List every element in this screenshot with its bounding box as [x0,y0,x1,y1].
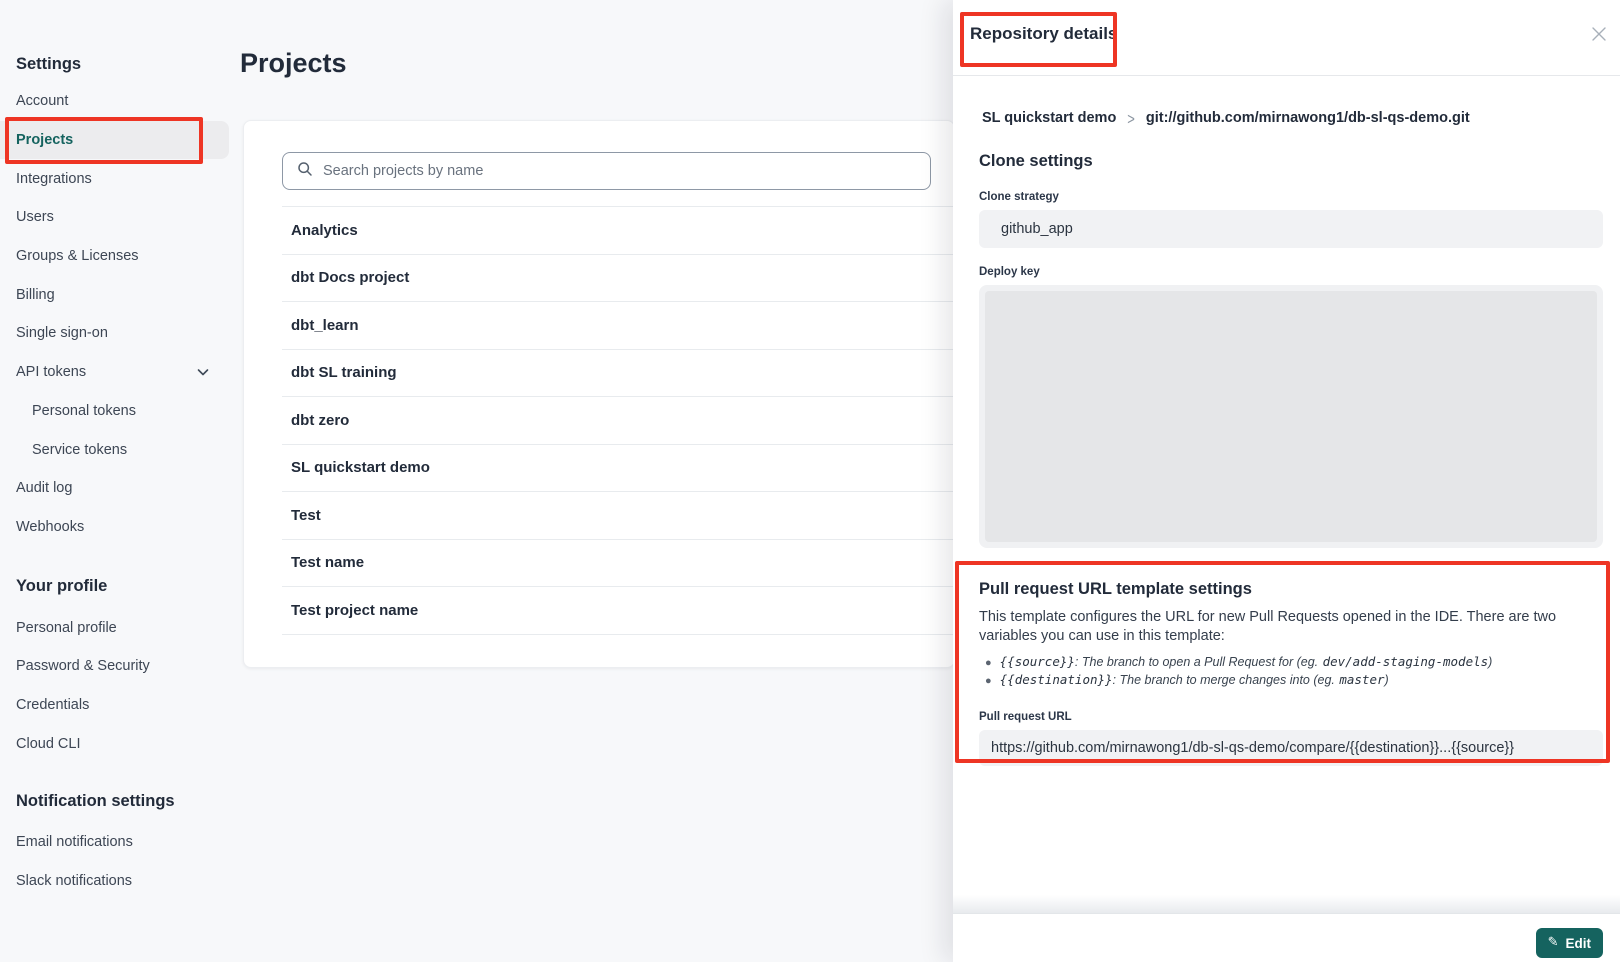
sidebar-item-cloud-cli[interactable]: Cloud CLI [0,724,232,763]
drawer-body: SL quickstart demo > git://github.com/mi… [953,110,1620,766]
pr-template-heading: Pull request URL template settings [979,580,1603,599]
sidebar-item-email-notifications[interactable]: Email notifications [0,823,232,862]
drawer-header: Repository details [953,0,1620,76]
edit-button[interactable]: ✎ Edit [1536,928,1603,958]
breadcrumb-repo-url: git://github.com/mirnawong1/db-sl-qs-dem… [1146,110,1470,126]
breadcrumb-project[interactable]: SL quickstart demo [982,110,1116,126]
edit-button-label: Edit [1566,936,1592,951]
sidebar-list: Account Projects Integrations Users Grou… [0,82,232,900]
pull-request-url-label: Pull request URL [979,711,1603,723]
project-row-dbt-sl-training[interactable]: dbt SL training [282,350,954,398]
project-row-dbt-docs-project[interactable]: dbt Docs project [282,255,954,303]
example-destination-branch: master [1339,672,1384,687]
close-icon[interactable] [1591,26,1607,42]
settings-sidebar: Settings Account Projects Integrations U… [0,0,232,962]
example-source-branch: dev/add-staging-models [1323,654,1489,669]
sidebar-item-credentials[interactable]: Credentials [0,686,232,725]
pr-template-variables-list: ● {{source}}: The branch to open a Pull … [979,654,1603,689]
list-item: ● {{destination}}: The branch to merge c… [979,672,1603,689]
projects-card: Analytics dbt Docs project dbt_learn dbt… [243,120,955,668]
sidebar-item-personal-profile[interactable]: Personal profile [0,608,232,647]
pull-request-template-section: Pull request URL template settings This … [979,580,1603,766]
sidebar-title: Settings [16,55,81,74]
footer-scroll-shadow [953,895,1620,913]
sidebar-item-service-tokens[interactable]: Service tokens [0,430,232,469]
clone-strategy-label: Clone strategy [979,191,1603,203]
drawer-title: Repository details [970,24,1117,44]
sidebar-item-label: API tokens [16,364,86,380]
clone-strategy-value: github_app [979,210,1603,248]
variable-destination: {{destination}} [1000,672,1113,687]
project-row-sl-quickstart-demo[interactable]: SL quickstart demo [282,445,954,493]
drawer-footer: ✎ Edit [953,913,1620,962]
sidebar-item-audit-log[interactable]: Audit log [0,469,232,508]
project-row-test[interactable]: Test [282,492,954,540]
breadcrumb-separator-icon: > [1127,108,1135,128]
project-row-analytics[interactable]: Analytics [282,207,954,255]
search-input[interactable] [323,163,930,179]
project-list: Analytics dbt Docs project dbt_learn dbt… [282,206,954,635]
sidebar-item-users[interactable]: Users [0,198,232,237]
repository-details-drawer: Repository details SL quickstart demo > … [953,0,1620,962]
search-icon [297,161,313,182]
list-item: ● {{source}}: The branch to open a Pull … [979,654,1603,671]
deploy-key-label: Deploy key [979,266,1603,278]
sidebar-item-integrations[interactable]: Integrations [0,159,232,198]
project-row-test-name[interactable]: Test name [282,540,954,588]
project-row-dbt-learn[interactable]: dbt_learn [282,302,954,350]
sidebar-heading-notification-settings: Notification settings [0,779,232,823]
sidebar-item-groups-licenses[interactable]: Groups & Licenses [0,237,232,276]
breadcrumb: SL quickstart demo > git://github.com/mi… [979,110,1603,126]
sidebar-heading-your-profile: Your profile [0,564,232,608]
sidebar-item-single-sign-on[interactable]: Single sign-on [0,314,232,353]
project-search[interactable] [282,152,931,190]
sidebar-item-billing[interactable]: Billing [0,275,232,314]
bullet-icon: ● [985,655,992,671]
chevron-down-icon [196,365,210,379]
project-row-dbt-zero[interactable]: dbt zero [282,397,954,445]
clone-settings-heading: Clone settings [979,152,1603,171]
sidebar-item-api-tokens[interactable]: API tokens [0,353,232,392]
pencil-icon: ✎ [1548,934,1559,950]
project-row-test-project-name[interactable]: Test project name [282,587,954,635]
deploy-key-redacted-value [985,291,1597,542]
sidebar-item-personal-tokens[interactable]: Personal tokens [0,392,232,431]
sidebar-item-account[interactable]: Account [0,82,232,121]
sidebar-item-password-security[interactable]: Password & Security [0,647,232,686]
sidebar-item-slack-notifications[interactable]: Slack notifications [0,862,232,901]
bullet-icon: ● [985,673,992,689]
sidebar-item-projects[interactable]: Projects [0,121,229,160]
pull-request-url-value: https://github.com/mirnawong1/db-sl-qs-d… [979,730,1603,766]
variable-source: {{source}} [1000,654,1075,669]
deploy-key-field [979,285,1603,548]
sidebar-item-webhooks[interactable]: Webhooks [0,508,232,547]
pr-template-description: This template configures the URL for new… [979,608,1571,646]
page-title: Projects [240,48,347,79]
